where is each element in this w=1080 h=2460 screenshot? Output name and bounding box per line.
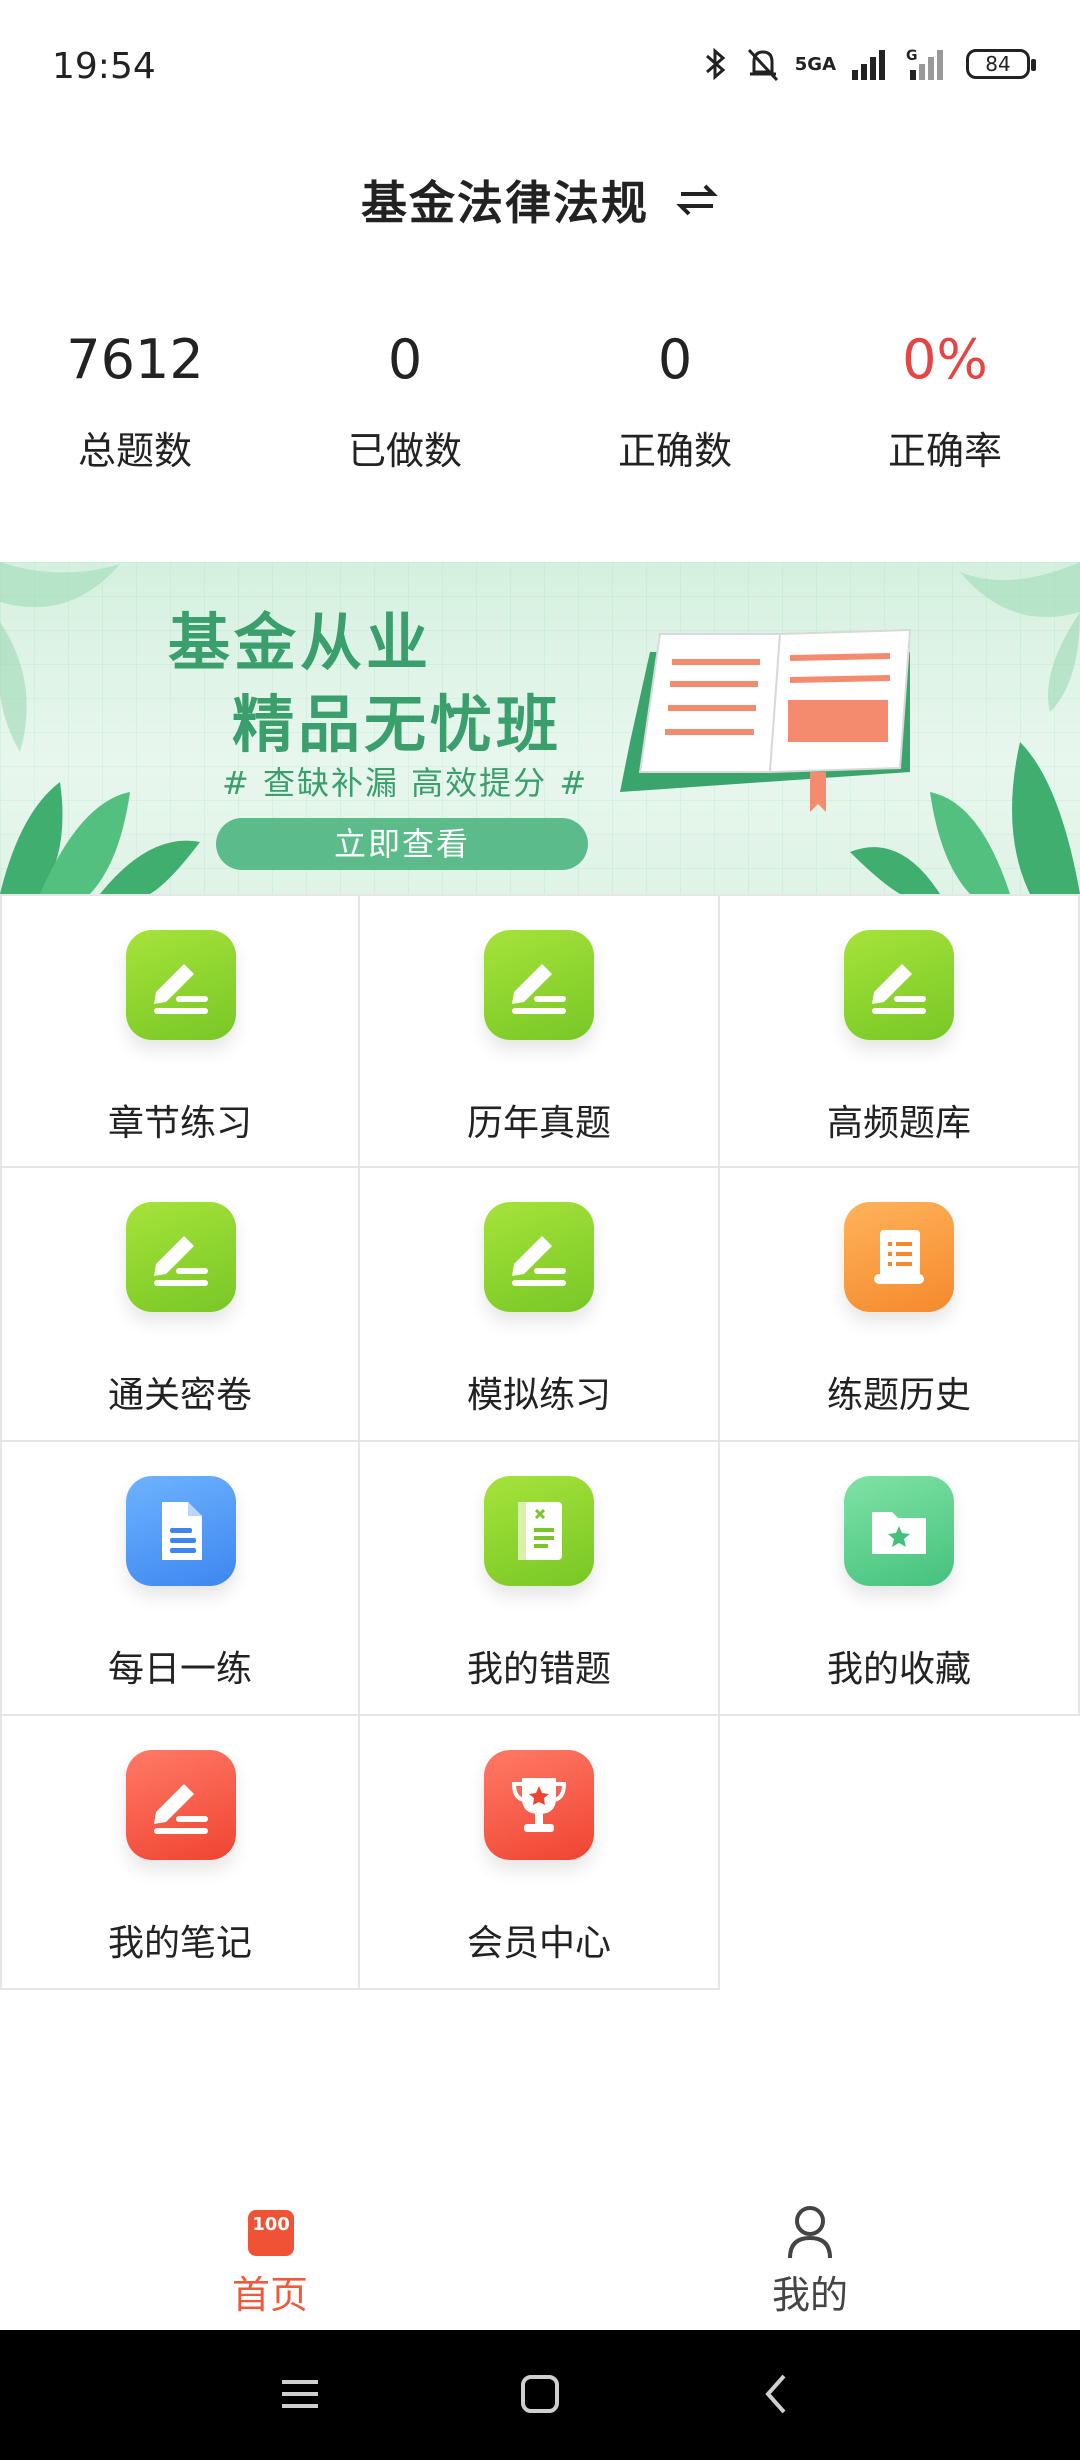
star-folder-icon	[844, 1476, 954, 1586]
status-bar: 19:54 5GA G 84	[0, 0, 1080, 130]
stat-label: 总题数	[77, 429, 192, 473]
nav-tab-home[interactable]: 100 首页	[0, 2190, 540, 2330]
status-icons: 5GA G 84	[701, 44, 1036, 84]
bluetooth-icon	[705, 47, 726, 81]
nav-label-home: 首页	[231, 2273, 308, 2317]
stat-accuracy: 0% 正确率	[810, 320, 1080, 480]
grid-item-label: 我的错题	[466, 1649, 611, 1690]
grid-item-label: 章节练习	[107, 1103, 252, 1144]
grid-item-label: 历年真题	[466, 1103, 611, 1144]
grid-item-past-exams[interactable]: 历年真题	[360, 894, 720, 1168]
stat-done: 0 已做数	[270, 320, 540, 480]
home-square-icon[interactable]	[510, 2364, 570, 2424]
pencil-icon	[844, 930, 954, 1040]
page-header: 基金法律法规	[0, 130, 1080, 270]
nav-tab-mine[interactable]: 我的	[540, 2190, 1080, 2330]
grid-item-mock-practice[interactable]: 模拟练习	[360, 1168, 720, 1442]
grid-item-chapter-practice[interactable]: 章节练习	[0, 894, 360, 1168]
grid-item-label: 会员中心	[466, 1923, 611, 1964]
book-illustration	[620, 628, 912, 812]
stat-label: 正确数	[617, 429, 732, 473]
pencil-icon	[126, 1202, 236, 1312]
stat-value: 0%	[902, 328, 988, 391]
grid-item-vip-center[interactable]: 会员中心	[360, 1716, 720, 1990]
grid-item-my-mistakes[interactable]: 我的错题	[360, 1442, 720, 1716]
status-time: 19:54	[52, 46, 156, 87]
network-label: 5GA	[794, 53, 836, 75]
document-icon	[126, 1476, 236, 1586]
home-100-icon: 100	[248, 2210, 294, 2256]
pencil-icon	[484, 930, 594, 1040]
menu-icon[interactable]	[270, 2364, 330, 2424]
grid-item-label: 高频题库	[826, 1103, 971, 1144]
pencil-icon	[126, 1750, 236, 1860]
grid-item-label: 通关密卷	[107, 1375, 252, 1416]
grid-item-high-frequency[interactable]: 高频题库	[720, 894, 1080, 1168]
stat-label: 已做数	[347, 429, 462, 473]
page-title[interactable]: 基金法律法规	[361, 167, 649, 233]
home-icon-badge: 100	[252, 2214, 290, 2235]
system-navigation-bar	[0, 2330, 1080, 2460]
stat-value: 0	[387, 328, 423, 391]
signal-icon	[852, 50, 885, 80]
banner-title-line1: 基金从业	[168, 606, 433, 679]
nav-label-mine: 我的	[771, 2273, 848, 2317]
mute-bell-icon	[747, 48, 778, 82]
bottom-navigation: 100 首页 我的	[0, 2190, 1080, 2330]
promo-banner[interactable]: 基金从业 精品无忧班 # 查缺补漏 高效提分 # 立即查看	[0, 562, 1080, 894]
banner-title-line2: 精品无忧班	[232, 688, 563, 761]
stat-correct: 0 正确数	[540, 320, 810, 480]
grid-item-practice-history[interactable]: 练题历史	[720, 1168, 1080, 1442]
pencil-icon	[484, 1202, 594, 1312]
grid-item-label: 每日一练	[107, 1649, 252, 1690]
grid-item-my-notes[interactable]: 我的笔记	[0, 1716, 360, 1990]
banner-subtitle: # 查缺补漏 高效提分 #	[222, 764, 589, 802]
pencil-icon	[126, 930, 236, 1040]
grid-item-label: 我的收藏	[826, 1649, 971, 1690]
trophy-icon	[484, 1750, 594, 1860]
signal-2-icon: G	[906, 48, 943, 80]
battery-indicator: 84	[966, 49, 1036, 79]
scroll-icon	[844, 1202, 954, 1312]
stats-row: 7612 总题数 0 已做数 0 正确数 0% 正确率	[0, 320, 1080, 480]
grid-item-my-favorites[interactable]: 我的收藏	[720, 1442, 1080, 1716]
grid-item-secret-papers[interactable]: 通关密卷	[0, 1168, 360, 1442]
grid-item-label: 练题历史	[826, 1375, 971, 1416]
stat-value: 7612	[66, 328, 204, 391]
grid-item-label: 我的笔记	[107, 1923, 252, 1964]
stat-total: 7612 总题数	[0, 320, 270, 480]
back-icon[interactable]	[748, 2364, 808, 2424]
stat-value: 0	[657, 328, 693, 391]
user-icon	[788, 2206, 832, 2259]
svg-text:G: G	[906, 48, 918, 64]
stat-label: 正确率	[887, 429, 1002, 473]
grid-item-label: 模拟练习	[466, 1375, 611, 1416]
notebook-icon	[484, 1476, 594, 1586]
grid-item-daily-practice[interactable]: 每日一练	[0, 1442, 360, 1716]
view-now-button[interactable]: 立即查看	[216, 818, 588, 870]
swap-icon[interactable]	[675, 180, 719, 220]
